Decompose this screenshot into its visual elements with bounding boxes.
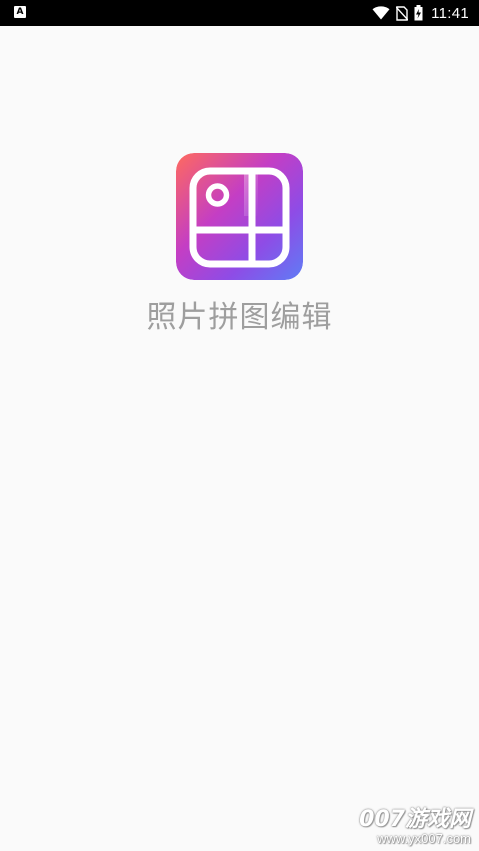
status-bar: A 11:41 xyxy=(0,0,479,26)
status-time: 11:41 xyxy=(431,4,469,22)
watermark-brand: 007游戏网 xyxy=(359,807,471,832)
wifi-icon xyxy=(372,6,390,20)
photo-collage-app-icon xyxy=(176,153,303,280)
status-icons: 11:41 xyxy=(372,0,469,26)
battery-charging-icon xyxy=(414,5,423,21)
app-name-title: 照片拼图编辑 xyxy=(146,300,333,335)
a-notification-icon: A xyxy=(14,6,26,18)
watermark-url: www.yx007.com xyxy=(377,831,471,846)
site-watermark: 007游戏网 www.yx007.com xyxy=(359,808,471,846)
no-sim-icon xyxy=(396,5,409,21)
